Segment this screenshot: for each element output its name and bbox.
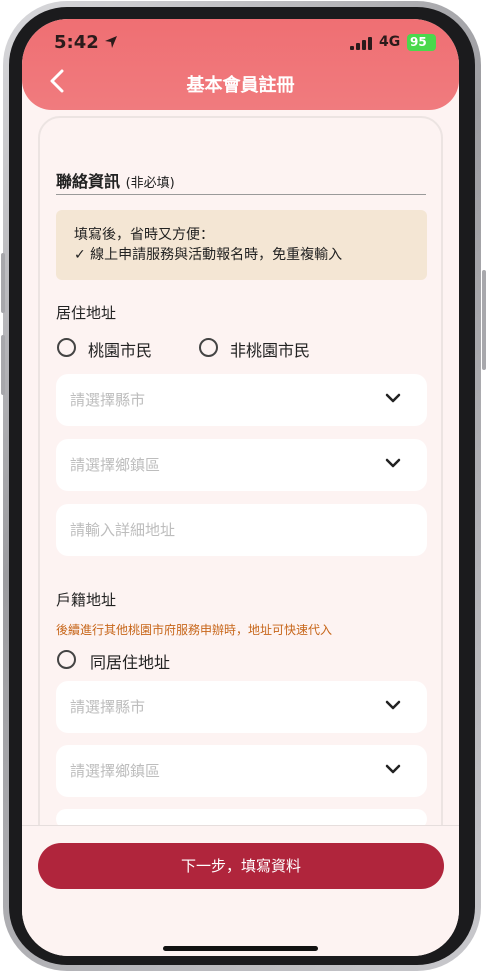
side-button-left-top bbox=[1, 253, 5, 313]
page-title: 基本會員註冊 bbox=[186, 75, 295, 96]
chevron-down-icon bbox=[385, 458, 401, 468]
battery-indicator: 95 bbox=[407, 34, 436, 51]
residence-label: 居住地址 bbox=[56, 304, 117, 322]
home-indicator[interactable] bbox=[163, 946, 318, 951]
radio-taoyuan-citizen[interactable] bbox=[57, 338, 76, 357]
section-divider bbox=[56, 194, 426, 195]
household-city-select[interactable]: 請選擇縣市 bbox=[56, 681, 427, 733]
household-district-select[interactable]: 請選擇鄉鎮區 bbox=[56, 745, 427, 797]
app-header: 5:42 4G 95 基本會員註冊 bbox=[22, 19, 459, 110]
radio-taoyuan-citizen-label[interactable]: 桃園市民 bbox=[88, 337, 152, 361]
info-line-2: ✓ 線上申請服務與活動報名時，免重複輸入 bbox=[74, 247, 343, 263]
residence-city-select[interactable]: 請選擇縣市 bbox=[56, 374, 427, 426]
optional-note: (非必填) bbox=[125, 176, 175, 191]
signal-icon bbox=[350, 37, 372, 50]
household-district-placeholder: 請選擇鄉鎮區 bbox=[70, 762, 161, 780]
residence-address-input[interactable]: 請輸入詳細地址 bbox=[56, 504, 427, 556]
chevron-down-icon bbox=[385, 764, 401, 774]
app-screen: 5:42 4G 95 基本會員註冊 聯絡資訊 (非必填) 填寫後，省時又方便： … bbox=[22, 19, 459, 956]
next-step-button[interactable]: 下一步，填寫資料 bbox=[38, 843, 444, 889]
residence-address-placeholder: 請輸入詳細地址 bbox=[70, 521, 176, 539]
residence-city-placeholder: 請選擇縣市 bbox=[70, 391, 146, 409]
contact-section-title: 聯絡資訊 (非必填) bbox=[56, 168, 175, 192]
info-box: 填寫後，省時又方便： ✓ 線上申請服務與活動報名時，免重複輸入 bbox=[56, 210, 427, 280]
side-button-left-bottom bbox=[1, 335, 5, 395]
radio-same-as-residence-label[interactable]: 同居住地址 bbox=[90, 649, 170, 673]
location-arrow-icon bbox=[105, 36, 117, 48]
chevron-down-icon bbox=[385, 700, 401, 710]
residence-district-placeholder: 請選擇鄉鎮區 bbox=[70, 456, 161, 474]
info-line-1: 填寫後，省時又方便： bbox=[74, 227, 214, 243]
contact-section-label: 聯絡資訊 bbox=[56, 172, 121, 191]
household-city-placeholder: 請選擇縣市 bbox=[70, 698, 146, 716]
battery-level: 95 bbox=[410, 35, 427, 49]
side-button-right bbox=[482, 270, 486, 370]
radio-non-taoyuan-citizen[interactable] bbox=[199, 338, 218, 357]
household-label: 戶籍地址 bbox=[56, 591, 117, 609]
radio-same-as-residence[interactable] bbox=[57, 650, 76, 669]
network-type: 4G bbox=[379, 34, 401, 50]
radio-non-taoyuan-citizen-label[interactable]: 非桃園市民 bbox=[230, 337, 310, 361]
household-hint: 後續進行其他桃園市府服務申辦時，地址可快速代入 bbox=[56, 623, 333, 637]
residence-district-select[interactable]: 請選擇鄉鎮區 bbox=[56, 439, 427, 491]
status-time: 5:42 bbox=[54, 32, 99, 53]
chevron-down-icon bbox=[385, 393, 401, 403]
